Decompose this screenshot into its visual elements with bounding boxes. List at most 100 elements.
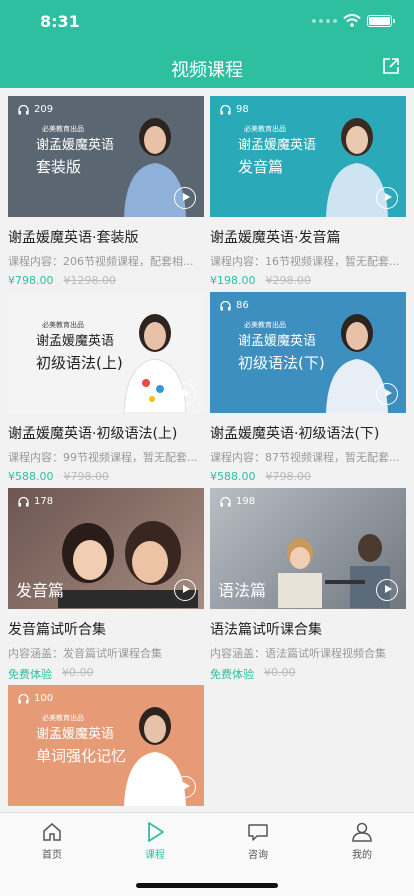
course-title: 谢孟媛魔英语·初级语法(上) xyxy=(8,426,178,442)
course-card[interactable]: 必美教育出品 谢孟媛魔英语 初级语法(上) 谢孟媛魔英语·初级语法(上) 课程内… xyxy=(8,292,204,483)
home-icon xyxy=(43,823,61,841)
course-original-price: ¥1298.00 xyxy=(63,274,117,287)
play-count: 86 xyxy=(220,300,249,311)
page-title: 视频课程 xyxy=(171,60,243,81)
thumb-line2: 初级语法(下) xyxy=(238,354,325,372)
wifi-icon xyxy=(343,14,361,27)
play-icon xyxy=(148,822,164,842)
play-button[interactable] xyxy=(376,187,398,209)
play-button[interactable] xyxy=(376,579,398,601)
play-button[interactable] xyxy=(174,383,196,405)
course-price: ¥588.00 xyxy=(8,470,54,483)
tab-consult[interactable]: 咨询 xyxy=(228,821,288,861)
course-thumbnail[interactable]: 209 必美教育出品 谢孟媛魔英语 套装版 xyxy=(8,96,204,217)
course-prices: 免费体验 ¥0.00 xyxy=(210,666,406,682)
course-desc: 课程内容：16节视频课程，暂无配套... xyxy=(210,255,400,268)
user-icon xyxy=(352,822,372,842)
status-icons xyxy=(312,14,395,27)
thumb-brand: 必美教育出品 xyxy=(42,125,84,133)
course-desc: 内容涵盖：语法篇试听课程视频合集 xyxy=(210,647,386,660)
headphones-icon xyxy=(220,300,231,310)
course-title: 谢孟媛魔英语·发音篇 xyxy=(210,230,341,246)
tab-home[interactable]: 首页 xyxy=(22,821,82,861)
course-thumbnail[interactable]: 178 发音篇 xyxy=(8,488,204,609)
play-count: 178 xyxy=(18,496,53,507)
course-card[interactable]: 209 必美教育出品 谢孟媛魔英语 套装版 谢孟媛魔英语·套装版 课程内容：20… xyxy=(8,96,204,287)
play-count: 209 xyxy=(18,104,53,115)
course-original-price: ¥0.00 xyxy=(264,666,296,679)
course-price: ¥798.00 xyxy=(8,274,54,287)
course-title: 发音篇试听合集 xyxy=(8,622,106,638)
thumb-line2: 发音篇 xyxy=(238,158,284,176)
play-count: 198 xyxy=(220,496,255,507)
thumb-brand: 必美教育出品 xyxy=(42,321,84,329)
thumb-line2: 初级语法(上) xyxy=(36,354,123,372)
course-original-price: ¥0.00 xyxy=(62,666,94,679)
play-count-value: 209 xyxy=(34,104,54,115)
course-title: 谢孟媛魔英语·套装版 xyxy=(8,230,139,246)
tab-courses[interactable]: 课程 xyxy=(125,821,185,861)
play-button[interactable] xyxy=(174,187,196,209)
tab-mine[interactable]: 我的 xyxy=(332,821,392,861)
course-desc: 课程内容：206节视频课程，配套相... xyxy=(8,255,194,268)
play-count: 100 xyxy=(18,693,53,704)
course-prices: ¥588.00 ¥798.00 xyxy=(8,470,204,483)
course-title: 语法篇试听课合集 xyxy=(210,622,322,638)
tab-label: 课程 xyxy=(145,850,165,861)
play-button[interactable] xyxy=(174,579,196,601)
thumb-line1: 谢孟媛魔英语 xyxy=(238,138,317,153)
tab-label: 首页 xyxy=(42,850,62,861)
course-card[interactable]: 100 必美教育出品 谢孟媛魔英语 单词强化记忆 xyxy=(8,685,204,806)
play-button[interactable] xyxy=(376,383,398,405)
play-count-value: 100 xyxy=(34,693,54,704)
course-prices: ¥798.00 ¥1298.00 xyxy=(8,274,204,287)
header: 8:31 视频课程 xyxy=(0,0,414,88)
signal-icon xyxy=(312,18,337,23)
course-original-price: ¥798.00 xyxy=(63,470,110,483)
course-price: 免费体验 xyxy=(210,668,254,681)
thumb-line1: 谢孟媛魔英语 xyxy=(36,334,115,349)
course-thumbnail[interactable]: 86 必美教育出品 谢孟媛魔英语 初级语法(下) xyxy=(210,292,406,413)
tab-label: 咨询 xyxy=(248,850,268,861)
headphones-icon xyxy=(220,104,231,114)
headphones-icon xyxy=(220,496,231,506)
course-card[interactable]: 98 必美教育出品 谢孟媛魔英语 发音篇 谢孟媛魔英语·发音篇 课程内容：16节… xyxy=(210,96,406,287)
course-card[interactable]: 178 发音篇 发音篇试听合集 内容涵盖：发音篇试听课程合集 免费体验 ¥0.0… xyxy=(8,488,204,682)
play-count-value: 178 xyxy=(34,496,54,507)
course-title: 谢孟媛魔英语·初级语法(下) xyxy=(210,426,380,442)
course-prices: ¥198.00 ¥298.00 xyxy=(210,274,406,287)
thumb-brand: 必美教育出品 xyxy=(244,321,286,329)
thumb-brand: 必美教育出品 xyxy=(42,714,84,722)
tab-bar: 首页 课程 咨询 我的 xyxy=(0,812,414,896)
battery-icon xyxy=(367,14,395,27)
course-prices: ¥588.00 ¥798.00 xyxy=(210,470,406,483)
tab-label: 我的 xyxy=(352,850,372,861)
course-thumbnail[interactable]: 98 必美教育出品 谢孟媛魔英语 发音篇 xyxy=(210,96,406,217)
course-prices: 免费体验 ¥0.00 xyxy=(8,666,204,682)
status-time: 8:31 xyxy=(40,12,80,31)
thumb-line1: 谢孟媛魔英语 xyxy=(36,727,115,742)
thumb-line2: 单词强化记忆 xyxy=(36,747,127,765)
course-desc: 课程内容：99节视频课程，暂无配套... xyxy=(8,451,198,464)
course-price: ¥588.00 xyxy=(210,470,256,483)
course-desc: 内容涵盖：发音篇试听课程合集 xyxy=(8,647,162,660)
home-indicator xyxy=(136,883,278,888)
play-button[interactable] xyxy=(174,776,196,798)
course-desc: 课程内容：87节视频课程，暂无配套... xyxy=(210,451,400,464)
share-icon[interactable] xyxy=(382,57,400,75)
thumb-line1: 谢孟媛魔英语 xyxy=(238,334,317,349)
course-card[interactable]: 86 必美教育出品 谢孟媛魔英语 初级语法(下) 谢孟媛魔英语·初级语法(下) … xyxy=(210,292,406,483)
course-card[interactable]: 198 语法篇 语法篇试听课合集 内容涵盖：语法篇试听课程视频合集 免费体验 ¥… xyxy=(210,488,406,682)
course-thumbnail[interactable]: 100 必美教育出品 谢孟媛魔英语 单词强化记忆 xyxy=(8,685,204,806)
thumb-brand: 必美教育出品 xyxy=(244,125,286,133)
thumb-line1: 谢孟媛魔英语 xyxy=(36,138,115,153)
play-count: 98 xyxy=(220,104,249,115)
thumb-line2: 套装版 xyxy=(36,158,82,176)
thumb-tag: 发音篇 xyxy=(16,581,65,600)
course-thumbnail[interactable]: 198 语法篇 xyxy=(210,488,406,609)
headphones-icon xyxy=(18,104,29,114)
course-price: ¥198.00 xyxy=(210,274,256,287)
thumb-tag: 语法篇 xyxy=(218,581,267,600)
course-thumbnail[interactable]: 必美教育出品 谢孟媛魔英语 初级语法(上) xyxy=(8,292,204,413)
chat-icon xyxy=(248,824,268,841)
